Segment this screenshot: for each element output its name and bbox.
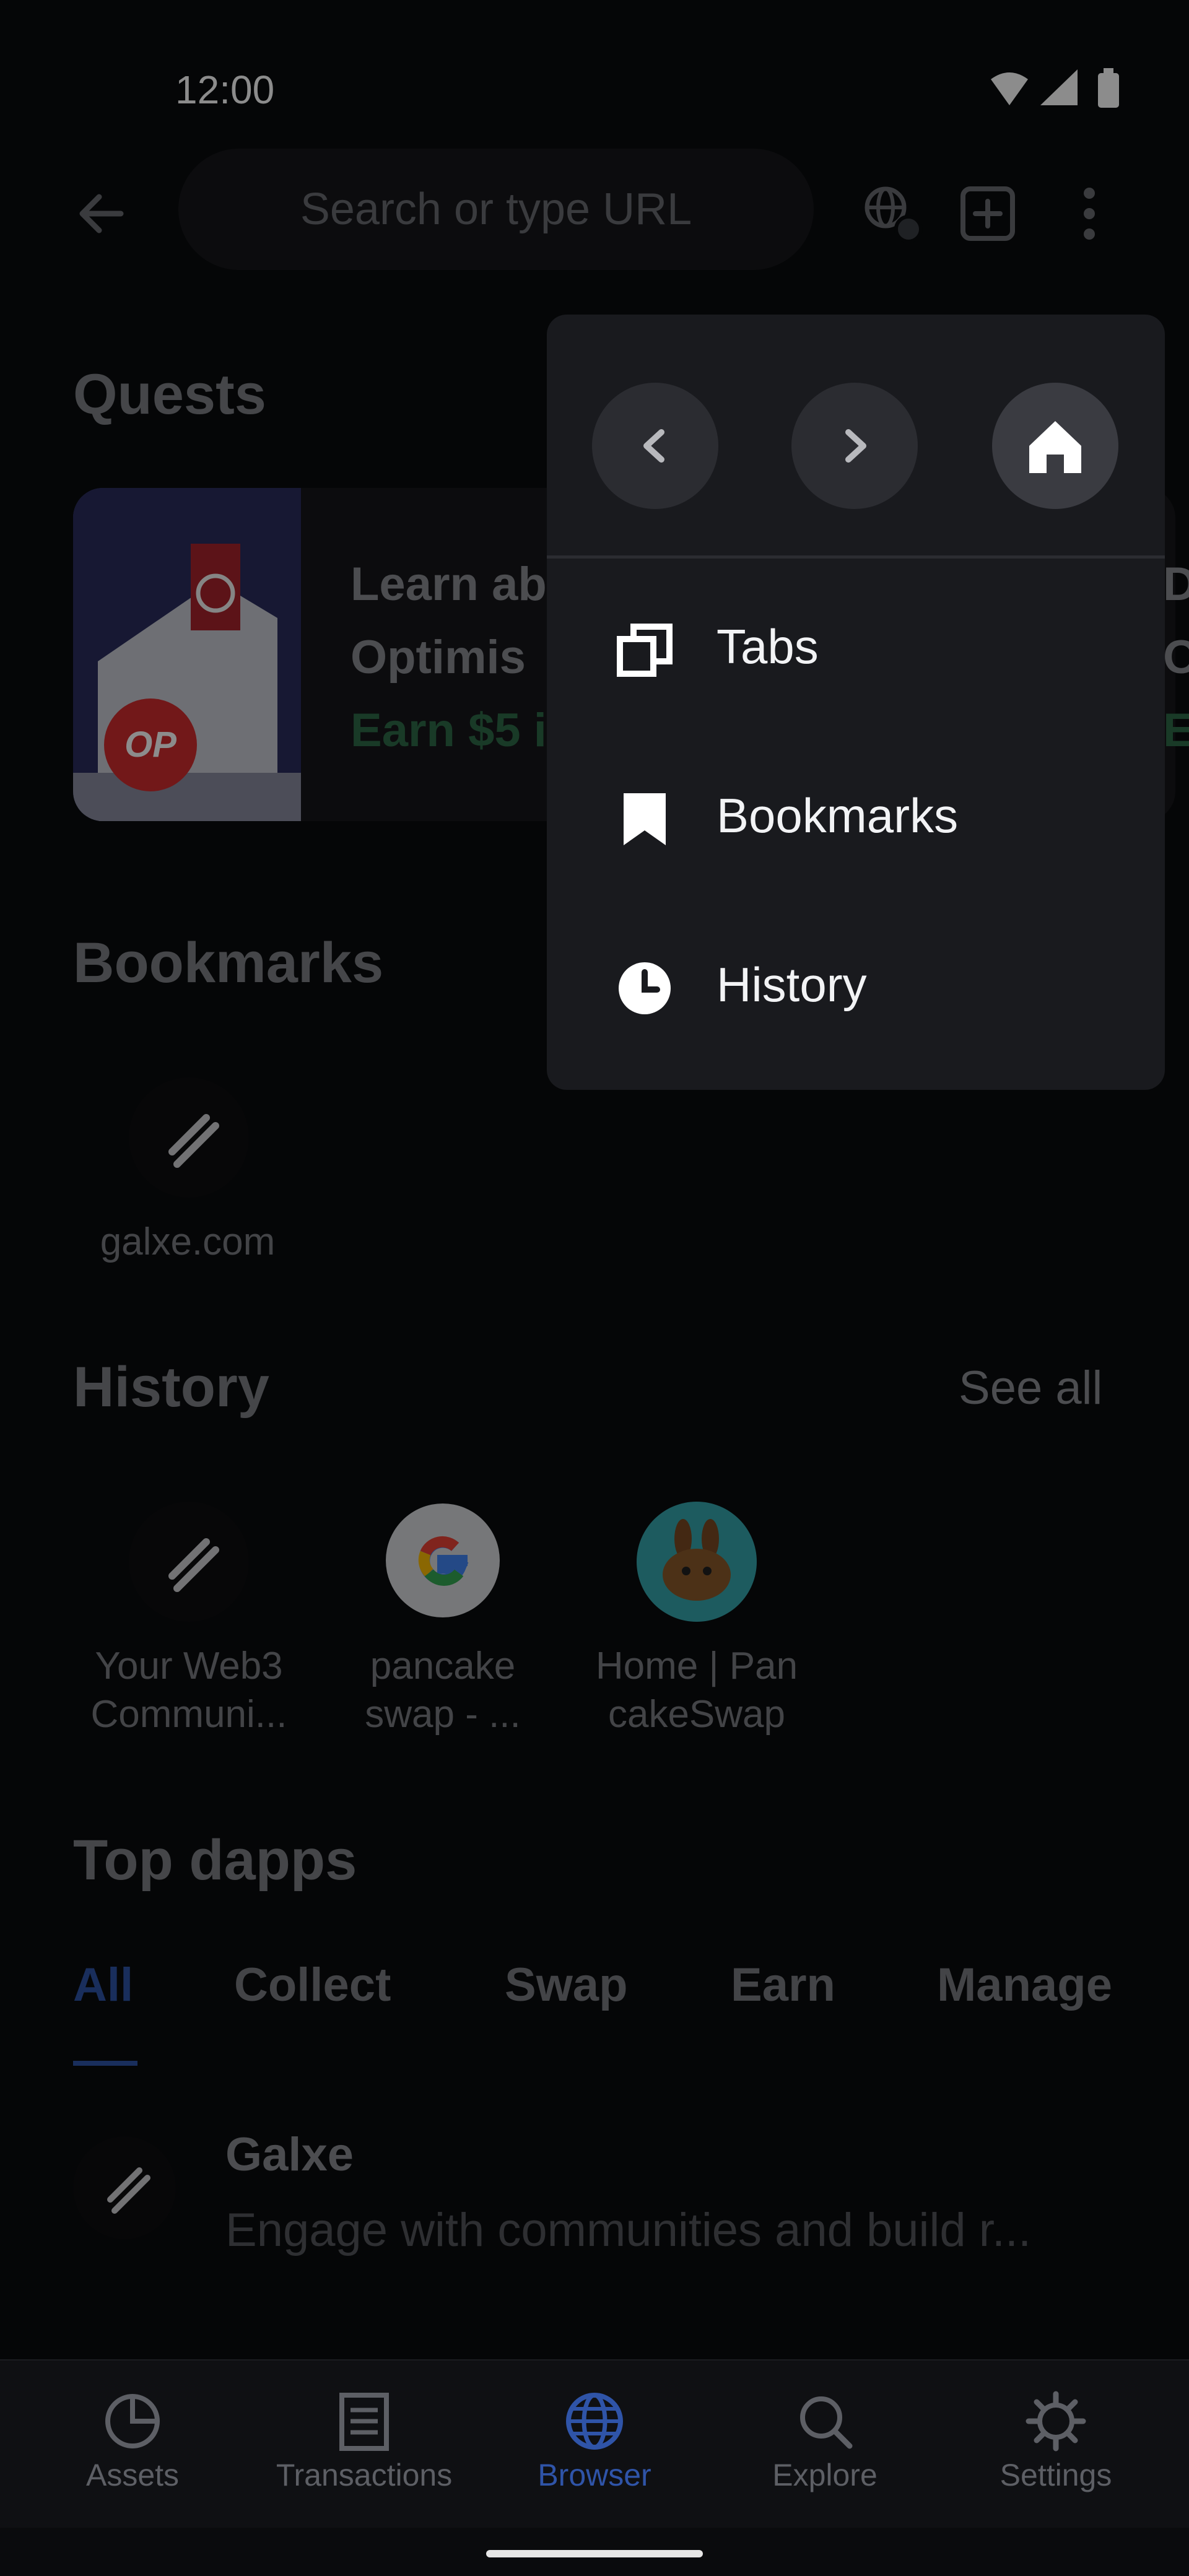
galxe-icon [73,2136,176,2239]
clock-icon [619,962,671,1014]
history-item-line2: cakeSwap [608,1693,786,1736]
nav-assets-label: Assets [85,2458,180,2492]
chevron-right-icon [845,429,866,463]
top-dapps-title: Top dapps [73,1829,357,1892]
history-item[interactable]: Home | Pan cakeSwap [576,1502,817,1749]
tab-all[interactable]: All [73,1958,133,2012]
tab-manage[interactable]: Manage [937,1958,1112,2012]
home-indicator[interactable] [486,2550,703,2557]
quest-title-line1: Learn ab [351,558,547,611]
google-icon [386,1503,500,1617]
bookmark-icon [624,793,666,845]
bookmarks-title: Bookmarks [73,931,384,994]
gear-icon [1026,2391,1086,2452]
nav-explore-label: Explore [772,2458,878,2492]
history-item-line1: pancake [370,1645,516,1687]
nav-transactions-label: Transactions [276,2458,453,2492]
history-item[interactable]: pancake swap - ... [322,1502,564,1749]
menu-item-history[interactable]: History [547,902,1165,1069]
dapp-name: Galxe [225,2128,354,2181]
globe-icon[interactable] [858,180,926,248]
quest-reward: Earn $5 i [351,704,547,757]
search-placeholder: Search or type URL [300,185,692,234]
history-item-line2: swap - ... [365,1693,521,1736]
menu-forward-button[interactable] [791,383,918,509]
tabs-icon [617,624,673,677]
dapp-description: Engage with communities and build r... [225,2204,1032,2256]
pancakeswap-icon [637,1502,757,1622]
menu-item-bookmarks-label: Bookmarks [716,788,959,843]
tab-swap[interactable]: Swap [505,1958,628,2012]
nav-browser[interactable]: Browser [492,2384,697,2508]
next-quest-line2: O [1163,631,1189,684]
pie-chart-icon [105,2394,160,2448]
signal-icon [1040,69,1078,105]
tab-earn[interactable]: Earn [731,1958,835,2012]
receipt-icon [339,2393,389,2451]
quests-title: Quests [73,363,266,426]
globe-icon [566,2393,623,2450]
status-icons [991,68,1119,108]
history-see-all-link[interactable]: See all [959,1361,1102,1415]
menu-back-button[interactable] [592,383,718,509]
nav-explore[interactable]: Explore [723,2384,927,2508]
home-icon [1029,421,1081,473]
nav-transactions[interactable]: Transactions [262,2384,466,2508]
dapp-list-item[interactable]: Galxe Engage with communities and build … [73,2124,1126,2279]
menu-divider [547,555,1165,559]
next-quest-reward: E [1163,704,1189,757]
galxe-icon [129,1502,249,1622]
history-item[interactable]: Your Web3 Communi... [68,1502,310,1749]
battery-icon [1098,68,1119,108]
history-item-line1: Home | Pan [595,1645,798,1687]
op-badge-text: OP [124,724,176,765]
chevron-left-icon [643,429,664,463]
status-time: 12:00 [175,67,275,112]
menu-item-tabs[interactable]: Tabs [547,564,1165,731]
next-quest-line1: D [1163,558,1189,611]
menu-home-button[interactable] [992,383,1118,509]
history-item-line2: Communi... [90,1693,287,1736]
quest-title-line2: Optimis [351,631,526,684]
menu-item-bookmarks[interactable]: Bookmarks [547,733,1165,900]
back-arrow-icon[interactable] [68,180,136,248]
bookmark-item[interactable]: galxe.com [87,1077,289,1276]
quest-image: OP [73,488,301,821]
nav-browser-label: Browser [538,2458,651,2492]
nav-settings-label: Settings [1000,2458,1112,2492]
new-tab-icon[interactable] [954,180,1022,248]
menu-item-tabs-label: Tabs [716,619,819,674]
galxe-icon [129,1077,249,1198]
history-item-line1: Your Web3 [95,1645,283,1687]
active-tab-indicator [73,2061,137,2066]
wifi-icon [991,72,1028,105]
history-title: History [73,1355,269,1419]
tab-collect[interactable]: Collect [234,1958,391,2012]
nav-settings[interactable]: Settings [954,2384,1158,2508]
more-vertical-icon[interactable] [1055,180,1123,248]
search-icon [800,2396,853,2449]
bookmark-label: galxe.com [100,1221,276,1263]
menu-item-history-label: History [716,957,867,1012]
nav-assets[interactable]: Assets [30,2384,235,2508]
